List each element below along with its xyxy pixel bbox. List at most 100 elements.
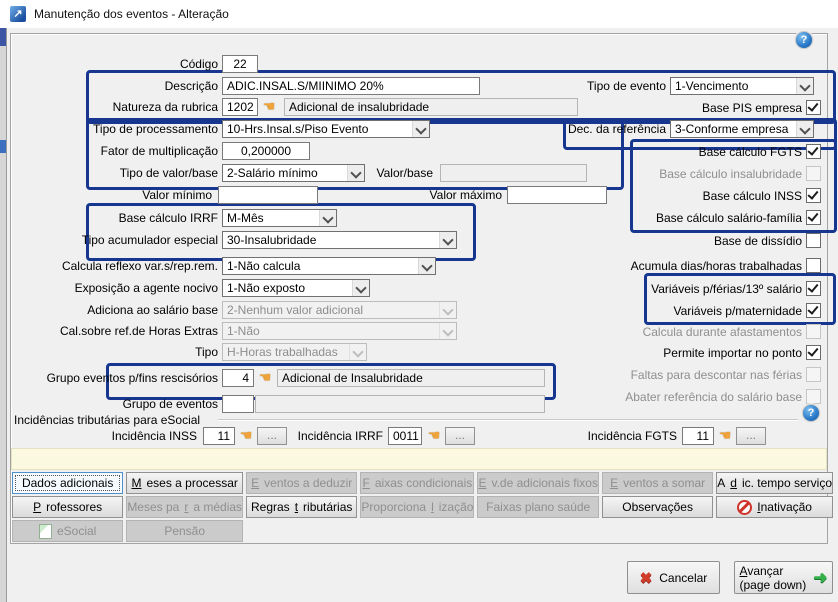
dialog-window: ↗ Manutenção dos eventos - Alteração ? C… bbox=[0, 0, 838, 602]
tipo-acumulador-label: Tipo acumulador especial bbox=[81, 233, 218, 247]
calcula-afastamentos-label: Calcula durante afastamentos bbox=[642, 325, 802, 339]
tab-dados-adicionais[interactable]: Dados adicionais bbox=[12, 472, 124, 494]
tab-faixas-condicionais: Faixas condicionais bbox=[360, 472, 475, 494]
exposicao-agente-value: 1-Não exposto bbox=[227, 281, 306, 295]
window-title: Manutenção dos eventos - Alteração bbox=[34, 7, 229, 21]
advance-line2: (page down) bbox=[739, 577, 807, 592]
codigo-label: Código bbox=[179, 57, 218, 71]
valor-minimo-label: Valor mínimo bbox=[142, 188, 212, 202]
chevron-down-icon bbox=[439, 232, 456, 248]
tab-professores[interactable]: Professores bbox=[12, 496, 124, 518]
tipo-combo: H-Horas trabalhadas bbox=[222, 343, 367, 361]
tipo-evento-combo[interactable]: 1-Vencimento bbox=[670, 77, 814, 95]
base-salario-familia-checkbox[interactable] bbox=[806, 210, 821, 225]
incidencia-fgts-label: Incidência FGTS bbox=[587, 429, 677, 443]
lookup-hand-icon-irrf[interactable]: ☚ bbox=[425, 428, 443, 444]
advance-button-label: Avançar (page down) bbox=[740, 564, 807, 592]
incidencia-fgts-more-button[interactable]: ... bbox=[736, 427, 766, 445]
tipo-processamento-combo[interactable]: 10-Hrs.Insal.s/Piso Evento bbox=[222, 120, 430, 138]
dec-referencia-combo[interactable]: 3-Conforme empresa bbox=[670, 120, 814, 138]
exposicao-agente-label: Exposição a agente nocivo bbox=[74, 281, 218, 295]
chevron-down-icon bbox=[418, 258, 435, 274]
chevron-down-icon bbox=[319, 210, 336, 226]
tab-esocial-label: eSocial bbox=[56, 524, 97, 538]
tipo-processamento-value: 10-Hrs.Insal.s/Piso Evento bbox=[227, 122, 369, 136]
fator-multiplicacao-label: Fator de multiplicação bbox=[100, 144, 218, 158]
advance-button[interactable]: Avançar (page down) ➜ bbox=[734, 561, 833, 594]
chevron-down-icon bbox=[796, 78, 813, 94]
tab-observacoes[interactable]: Observações bbox=[601, 496, 714, 518]
incidencia-fgts-input[interactable]: 11 bbox=[682, 427, 714, 445]
natureza-code-input[interactable]: 1202 bbox=[222, 98, 258, 116]
help-icon-esocial[interactable]: ? bbox=[802, 404, 820, 422]
lookup-hand-icon-natureza[interactable]: ☚ bbox=[260, 99, 278, 115]
tipo-acumulador-combo[interactable]: 30-Insalubridade bbox=[222, 231, 457, 249]
base-fgts-label: Base cálculo FGTS bbox=[698, 145, 802, 159]
dec-referencia-label: Dec. da referência bbox=[567, 122, 666, 136]
base-irrf-label: Base cálculo IRRF bbox=[118, 211, 218, 225]
chevron-down-icon bbox=[349, 344, 366, 360]
base-inss-label: Base cálculo INSS bbox=[702, 189, 802, 203]
acumula-dias-checkbox[interactable] bbox=[806, 258, 821, 273]
hint-strip bbox=[11, 448, 827, 470]
incidencia-irrf-input[interactable]: 0011 bbox=[388, 427, 422, 445]
abater-referencia-checkbox bbox=[806, 389, 821, 404]
help-icon-top[interactable]: ? bbox=[795, 31, 813, 49]
descricao-label: Descrição bbox=[164, 79, 218, 93]
adiciona-salario-combo: 2-Nenhum valor adicional bbox=[222, 301, 457, 319]
base-insalubridade-checkbox bbox=[806, 166, 821, 181]
codigo-field: 22 bbox=[222, 55, 258, 73]
tab-eventos-a-somar: Eventos a somar bbox=[601, 472, 714, 494]
base-inss-checkbox[interactable] bbox=[806, 188, 821, 203]
incidencia-inss-label: Incidência INSS bbox=[111, 429, 197, 443]
tab-regras-tributarias[interactable]: Regras t ributárias bbox=[246, 496, 358, 518]
base-pis-checkbox[interactable] bbox=[806, 100, 821, 115]
tab-adic-tempo-servico[interactable]: Ad ic. tempo serviço bbox=[716, 472, 833, 494]
chevron-down-icon bbox=[439, 323, 456, 339]
exposicao-agente-combo[interactable]: 1-Não exposto bbox=[222, 279, 370, 297]
faltas-ferias-checkbox bbox=[806, 367, 821, 382]
tab-button-grid: Dados adicionais Meses a processar Event… bbox=[12, 472, 833, 542]
advance-line1: Avançar bbox=[739, 563, 784, 578]
tipo-valor-base-label: Tipo de valor/base bbox=[119, 166, 218, 180]
lookup-hand-icon-fgts[interactable]: ☚ bbox=[716, 428, 734, 444]
base-fgts-checkbox[interactable] bbox=[806, 144, 821, 159]
advance-arrow-icon: ➜ bbox=[813, 567, 828, 587]
tipo-evento-value: 1-Vencimento bbox=[675, 79, 749, 93]
cancel-x-icon: ✖ bbox=[639, 569, 653, 587]
incidencia-inss-input[interactable]: 11 bbox=[203, 427, 235, 445]
tab-inativacao-label: Inativação bbox=[757, 500, 812, 514]
background-window-edge bbox=[0, 28, 7, 602]
tab-ev-adicionais-fixos: Ev.de adicionais fixos bbox=[477, 472, 599, 494]
tipo-valor-base-value: 2-Salário mínimo bbox=[227, 166, 318, 180]
tipo-label: Tipo bbox=[195, 345, 218, 359]
tab-inativacao[interactable]: Inativação bbox=[716, 496, 833, 518]
variaveis-maternidade-checkbox[interactable] bbox=[806, 303, 821, 318]
abater-referencia-label: Abater referência do salário base bbox=[625, 390, 802, 404]
acumula-dias-label: Acumula dias/horas trabalhadas bbox=[630, 259, 802, 273]
base-salario-familia-label: Base cálculo salário-família bbox=[655, 211, 802, 225]
calcula-afastamentos-checkbox bbox=[806, 324, 821, 339]
cal-horas-extras-combo: 1-Não bbox=[222, 322, 457, 340]
valor-base-label: Valor/base bbox=[376, 166, 433, 180]
base-irrf-value: M-Mês bbox=[227, 211, 264, 225]
base-dissidio-checkbox[interactable] bbox=[806, 233, 821, 248]
variaveis-ferias-checkbox[interactable] bbox=[806, 281, 821, 296]
importar-ponto-checkbox[interactable] bbox=[806, 345, 821, 360]
lookup-hand-icon-grupo[interactable]: ☚ bbox=[256, 370, 274, 386]
base-irrf-combo[interactable]: M-Mês bbox=[222, 209, 337, 227]
calcula-reflexo-combo[interactable]: 1-Não calcula bbox=[222, 257, 436, 275]
background-window-edge-blue2 bbox=[0, 140, 6, 153]
grupo-rescisorios-code-input[interactable]: 4 bbox=[222, 369, 254, 387]
tab-meses-para-medias: Meses pa r a médias bbox=[126, 496, 244, 518]
cancel-button[interactable]: ✖ Cancelar bbox=[627, 561, 720, 594]
variaveis-maternidade-label: Variáveis p/maternidade bbox=[673, 304, 802, 318]
fator-multiplicacao-input[interactable]: 0,200000 bbox=[222, 142, 310, 160]
base-dissidio-label: Base de dissídio bbox=[713, 234, 802, 248]
cal-horas-extras-value: 1-Não bbox=[227, 324, 260, 338]
base-pis-label: Base PIS empresa bbox=[701, 101, 802, 115]
incidencia-irrf-more-button[interactable]: ... bbox=[445, 427, 475, 445]
chevron-down-icon bbox=[796, 121, 813, 137]
tab-meses-a-processar[interactable]: Meses a processar bbox=[126, 472, 244, 494]
base-insalubridade-label: Base cálculo insalubridade bbox=[659, 167, 802, 181]
